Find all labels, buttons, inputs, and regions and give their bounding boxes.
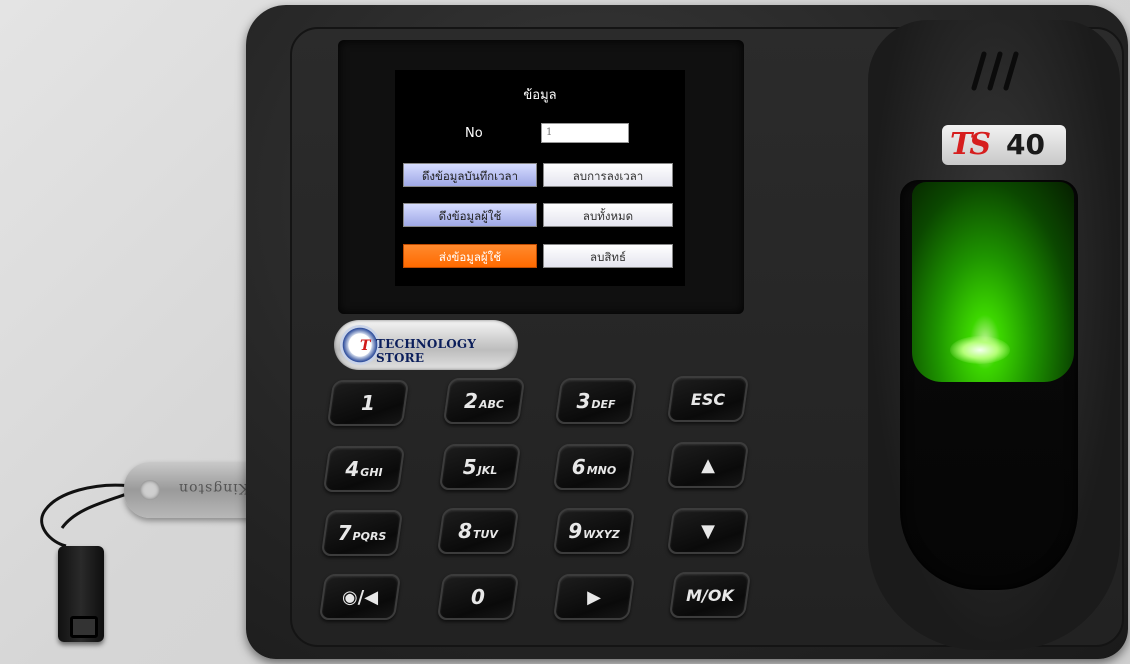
key-sublabel: PQRS [352,529,387,543]
key-sublabel: GHI [360,465,383,479]
usb-flash-drive: Kingston [124,462,254,518]
model-number: 40 [1006,128,1045,161]
key-label: 5 [462,455,477,479]
speaker-grille [971,51,1019,91]
power-back-icon: ◉/◀ [341,586,379,608]
key-label: 6 [571,455,586,479]
no-label: No [465,126,483,141]
key-2[interactable]: 2 ABC [442,378,526,424]
right-arrow-icon: ▶ [587,586,601,608]
usb-brand-text: Kingston [178,480,250,496]
key-esc[interactable]: ESC [666,376,750,422]
screen-title: ข้อมูล [523,88,557,103]
key-9[interactable]: 9 WXYZ [552,508,636,554]
key-up[interactable]: ▲ [666,442,750,488]
key-label: 4 [345,457,360,481]
key-sublabel: JKL [477,463,498,477]
key-label: 2 [464,389,478,413]
delete-attendance-button[interactable]: ลบการลงเวลา [543,163,673,187]
key-label: 1 [361,391,375,415]
key-down[interactable]: ▼ [666,508,750,554]
key-8[interactable]: 8 TUV [436,508,520,554]
photo-scene: Kingston TS 40 ข้อมูล No 1 ดึงข้อมูลบันท… [0,0,1130,664]
key-menu-ok[interactable]: M/OK [668,572,752,618]
key-right[interactable]: ▶ [552,574,636,620]
key-label: 9 [568,519,583,543]
usb-cap [58,546,104,642]
delete-all-button[interactable]: ลบทั้งหมด [543,203,673,227]
model-prefix: TS [950,127,991,162]
no-input[interactable]: 1 [541,123,629,143]
key-label: M/OK [686,585,734,605]
download-user-data-button[interactable]: ดึงข้อมูลผู้ใช้ [403,203,537,227]
key-label: 0 [471,585,485,609]
key-5[interactable]: 5 JKL [438,444,522,490]
down-arrow-icon: ▼ [701,520,715,542]
store-logo-text: TECHNOLOGY STORE [376,337,477,365]
key-label: 7 [337,521,352,545]
key-label: 8 [458,519,472,543]
model-badge: TS 40 [942,125,1066,165]
key-sublabel: ABC [478,397,504,411]
key-7[interactable]: 7 PQRS [320,510,404,556]
key-sublabel: DEF [591,397,616,411]
fingerprint-light-spot [950,336,1010,364]
key-sublabel: TUV [472,527,498,541]
upload-user-data-button[interactable]: ส่งข้อมูลผู้ใช้ [403,244,537,268]
key-6[interactable]: 6 MNO [552,444,636,490]
key-3[interactable]: 3 DEF [554,378,638,424]
key-label: ESC [690,389,726,409]
store-logo-plate: T TECHNOLOGY STORE [334,320,518,370]
key-4[interactable]: 4 GHI [322,446,406,492]
key-sublabel: WXYZ [583,527,620,541]
lcd-screen: ข้อมูล No 1 ดึงข้อมูลบันทึกเวลา ลบการลงเ… [395,70,685,286]
key-label: 3 [576,389,591,413]
usb-keyring-hole [140,480,160,500]
store-mark-icon: T [360,338,371,354]
up-arrow-icon: ▲ [701,454,715,476]
key-0[interactable]: 0 [436,574,520,620]
download-attendance-log-button[interactable]: ดึงข้อมูลบันทึกเวลา [403,163,537,187]
key-1[interactable]: 1 [326,380,410,426]
delete-privileges-button[interactable]: ลบสิทธ์ [543,244,673,268]
key-sublabel: MNO [586,463,617,477]
key-power-back[interactable]: ◉/◀ [318,574,402,620]
